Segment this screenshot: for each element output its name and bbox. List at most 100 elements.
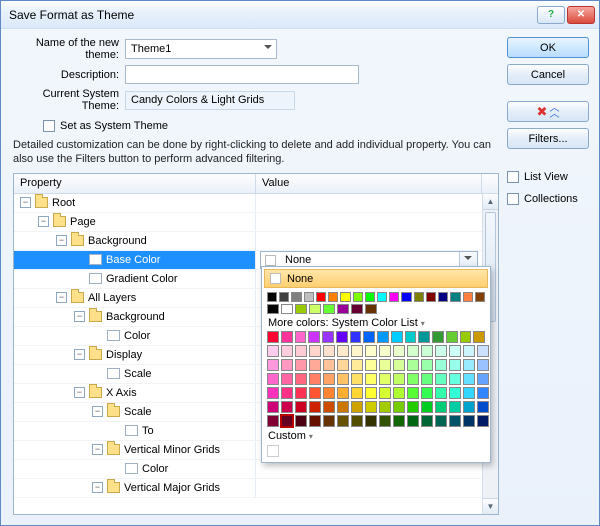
tree-row[interactable]: −Root	[14, 194, 482, 213]
color-swatch[interactable]	[407, 359, 419, 371]
color-swatch[interactable]	[309, 373, 321, 385]
color-swatch[interactable]	[463, 292, 473, 302]
color-swatch[interactable]	[449, 387, 461, 399]
color-swatch[interactable]	[351, 387, 363, 399]
color-swatch[interactable]	[337, 373, 349, 385]
color-swatch[interactable]	[463, 401, 475, 413]
color-swatch[interactable]	[295, 345, 307, 357]
color-swatch[interactable]	[304, 292, 314, 302]
color-swatch[interactable]	[393, 345, 405, 357]
tree-row[interactable]: −Background	[14, 232, 482, 251]
color-swatch[interactable]	[337, 401, 349, 413]
custom-colors-label[interactable]: Custom ▾	[268, 430, 484, 442]
color-swatch[interactable]	[407, 387, 419, 399]
color-swatch[interactable]	[363, 331, 375, 343]
color-swatch[interactable]	[435, 401, 447, 413]
color-swatch[interactable]	[308, 331, 320, 343]
color-swatch[interactable]	[351, 373, 363, 385]
color-swatch[interactable]	[351, 401, 363, 413]
color-swatch[interactable]	[309, 387, 321, 399]
color-swatch[interactable]	[379, 401, 391, 413]
color-swatch[interactable]	[323, 373, 335, 385]
color-swatch[interactable]	[309, 304, 321, 314]
color-swatch[interactable]	[281, 415, 293, 427]
collapse-icon[interactable]: −	[38, 216, 49, 227]
color-swatch[interactable]	[365, 345, 377, 357]
color-swatch[interactable]	[365, 401, 377, 413]
description-input[interactable]	[125, 65, 359, 84]
collapse-icon[interactable]: −	[74, 349, 85, 360]
color-swatch[interactable]	[377, 292, 387, 302]
color-swatch[interactable]	[379, 345, 391, 357]
color-swatch[interactable]	[435, 359, 447, 371]
color-swatch[interactable]	[405, 331, 417, 343]
color-swatch[interactable]	[295, 359, 307, 371]
color-swatch[interactable]	[350, 331, 362, 343]
color-swatch[interactable]	[295, 401, 307, 413]
color-swatch[interactable]	[463, 359, 475, 371]
cancel-button[interactable]: Cancel	[507, 64, 589, 85]
collections-checkbox[interactable]: Collections	[507, 193, 589, 205]
color-swatch[interactable]	[389, 292, 399, 302]
color-swatch[interactable]	[267, 415, 279, 427]
color-swatch[interactable]	[407, 345, 419, 357]
color-swatch[interactable]	[460, 331, 472, 343]
color-swatch[interactable]	[281, 331, 293, 343]
color-swatch[interactable]	[336, 331, 348, 343]
color-swatch[interactable]	[401, 292, 411, 302]
color-swatch[interactable]	[291, 292, 301, 302]
filters-button[interactable]: Filters...	[507, 128, 589, 149]
color-swatch[interactable]	[377, 331, 389, 343]
color-swatch[interactable]	[449, 345, 461, 357]
color-swatch[interactable]	[309, 345, 321, 357]
color-swatch[interactable]	[477, 415, 489, 427]
color-swatch[interactable]	[281, 387, 293, 399]
collapse-icon[interactable]: −	[56, 292, 67, 303]
color-swatch[interactable]	[435, 373, 447, 385]
color-swatch[interactable]	[295, 373, 307, 385]
color-swatch[interactable]	[279, 292, 289, 302]
tree-row[interactable]: −Page	[14, 213, 482, 232]
color-swatch[interactable]	[477, 359, 489, 371]
color-swatch[interactable]	[353, 292, 363, 302]
color-swatch[interactable]	[267, 387, 279, 399]
color-swatch[interactable]	[393, 359, 405, 371]
color-swatch[interactable]	[463, 415, 475, 427]
color-swatch[interactable]	[323, 415, 335, 427]
color-swatch[interactable]	[393, 373, 405, 385]
color-swatch[interactable]	[449, 359, 461, 371]
color-swatch[interactable]	[421, 401, 433, 413]
color-swatch[interactable]	[414, 292, 424, 302]
color-swatch[interactable]	[421, 373, 433, 385]
color-swatch[interactable]	[337, 304, 349, 314]
color-swatch[interactable]	[379, 359, 391, 371]
color-swatch[interactable]	[351, 345, 363, 357]
collapse-icon[interactable]: −	[92, 482, 103, 493]
color-swatch[interactable]	[432, 331, 444, 343]
collapse-icon[interactable]: −	[74, 387, 85, 398]
color-none-option[interactable]: None	[264, 269, 488, 288]
color-swatch[interactable]	[328, 292, 338, 302]
color-swatch[interactable]	[477, 401, 489, 413]
theme-name-combo[interactable]: Theme1	[125, 39, 277, 59]
color-swatch[interactable]	[365, 415, 377, 427]
color-swatch[interactable]	[323, 345, 335, 357]
collapse-icon[interactable]: −	[92, 444, 103, 455]
col-property[interactable]: Property	[14, 174, 256, 193]
color-swatch[interactable]	[365, 304, 377, 314]
color-swatch[interactable]	[323, 359, 335, 371]
color-swatch[interactable]	[337, 345, 349, 357]
color-swatch[interactable]	[393, 387, 405, 399]
color-swatch[interactable]	[449, 415, 461, 427]
color-swatch[interactable]	[323, 387, 335, 399]
collapse-icon[interactable]: −	[74, 311, 85, 322]
color-swatch[interactable]	[463, 373, 475, 385]
color-swatch[interactable]	[365, 373, 377, 385]
color-swatch[interactable]	[391, 331, 403, 343]
color-swatch[interactable]	[407, 415, 419, 427]
color-swatch[interactable]	[323, 304, 335, 314]
color-swatch[interactable]	[323, 401, 335, 413]
set-as-system-checkbox[interactable]: Set as System Theme	[43, 120, 499, 132]
scroll-up-icon[interactable]: ▲	[483, 194, 498, 210]
color-swatch[interactable]	[435, 345, 447, 357]
